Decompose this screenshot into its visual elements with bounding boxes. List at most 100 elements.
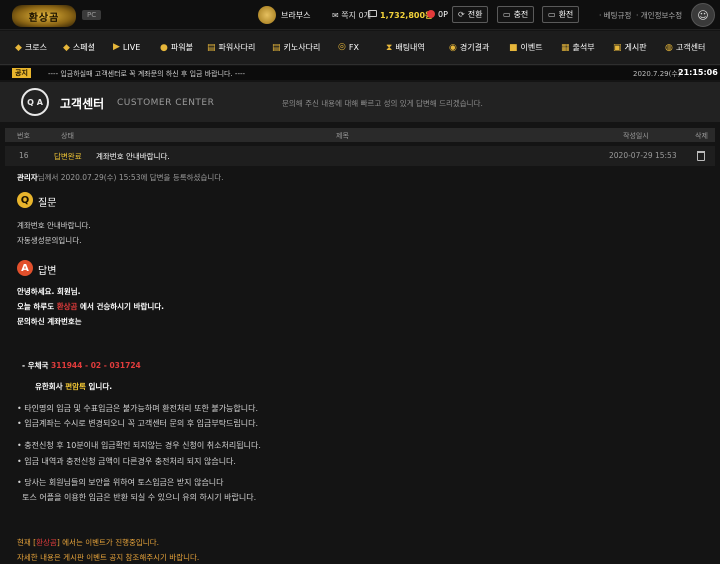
account-holder: 유한회사 편암록 입니다. bbox=[35, 381, 112, 392]
col-delete: 삭제 bbox=[695, 132, 708, 140]
live-icon: ▶ bbox=[113, 42, 120, 52]
notice-marquee: ---- 입금하실때 고객센터로 꼭 계좌문의 하신 후 입금 바랍니다. --… bbox=[48, 70, 246, 78]
cash-icon: ▭ bbox=[503, 10, 511, 19]
nav-keno-ladder[interactable]: ▤ 키노사다리 bbox=[272, 42, 320, 53]
withdraw-label: 환전 bbox=[558, 10, 574, 19]
trophy-icon: ◉ bbox=[449, 42, 457, 53]
nav-label: 경기결과 bbox=[459, 43, 490, 52]
profile-edit-link[interactable]: · 개인정보수정 bbox=[636, 10, 682, 21]
nav-label: 키노사다리 bbox=[283, 43, 321, 52]
cash-icon: ▭ bbox=[548, 10, 556, 19]
user-level-icon bbox=[258, 6, 276, 24]
nav-label: 이벤트 bbox=[520, 43, 543, 52]
user-name: 브라부스 bbox=[281, 11, 311, 20]
nav-special[interactable]: ◆ 스페셜 bbox=[63, 42, 95, 53]
charge-label: 충전 bbox=[513, 10, 529, 19]
profile-edit-label: 개인정보수정 bbox=[640, 11, 683, 20]
special-icon: ◆ bbox=[63, 42, 70, 53]
event-detail: 자세한 내용은 게시판 이벤트 공지 참조해주시기 바랍니다. bbox=[17, 553, 200, 562]
col-subject: 제목 bbox=[336, 132, 349, 140]
bank-name: - 우체국 bbox=[22, 361, 52, 370]
wallet-icon bbox=[368, 10, 377, 17]
answer-greeting: 안녕하세요. 회원님. bbox=[17, 287, 81, 296]
event-post: ] 에서는 이벤트가 진행중입니다. bbox=[56, 538, 159, 547]
message-count[interactable]: ✉ 쪽지 0개 bbox=[332, 10, 371, 21]
question-badge: Q bbox=[17, 192, 33, 208]
table-row[interactable]: 16 답변완료 계좌번호 안내바랍니다. 2020-07-29 15:53 bbox=[5, 146, 715, 166]
message-count-label: 쪽지 0개 bbox=[341, 11, 371, 20]
headset-icon: ◍ bbox=[665, 42, 673, 53]
brand-name: 환상곰 bbox=[56, 302, 78, 311]
current-time: 21:15:06 bbox=[678, 68, 718, 77]
notice-badge: 공지 bbox=[12, 68, 31, 78]
inquiry-detail: 관리자님께서 2020.07.29(수) 15:53에 답변을 등록하셨습니다.… bbox=[5, 168, 715, 564]
betting-rules-label: 베팅규정 bbox=[603, 11, 632, 20]
question-title: 질문 bbox=[38, 198, 57, 209]
customer-center-header: Q A 고객센터 CUSTOMER CENTER 문의해 주신 내용에 대해 빠… bbox=[0, 82, 720, 122]
wish-post: 에서 건승하시기 바랍니다. bbox=[77, 302, 165, 311]
balance-amount: 1,732,800원 bbox=[380, 11, 433, 20]
top-bar: 환상곰 PC 브라부스 ✉ 쪽지 0개 1,732,800원 0P ⟳ 전환 ▭ 충… bbox=[0, 0, 720, 30]
nav-powerball[interactable]: ● 파워볼 bbox=[160, 42, 193, 53]
rule-line: • 입금계좌는 수시로 변경되오니 꼭 고객센터 문의 후 입금부탁드립니다. bbox=[17, 419, 259, 428]
calendar-icon: ▦ bbox=[561, 42, 570, 53]
user-avatar[interactable]: ☺ bbox=[691, 3, 715, 27]
event-notice: 현재 [환상곰] 에서는 이벤트가 진행중입니다. bbox=[17, 537, 159, 548]
nav-results[interactable]: ◉ 경기결과 bbox=[449, 42, 489, 53]
point-icon bbox=[427, 10, 435, 18]
nav-cross[interactable]: ◆ 크로스 bbox=[15, 42, 47, 53]
fx-icon: ◎ bbox=[338, 42, 346, 52]
cross-icon: ◆ bbox=[15, 42, 22, 53]
nav-event[interactable]: ■ 이벤트 bbox=[509, 42, 543, 53]
answer-title: 답변 bbox=[38, 266, 57, 277]
row-no: 16 bbox=[19, 151, 29, 160]
event-pre: 현재 [ bbox=[17, 538, 37, 547]
holder-pre: 유한회사 bbox=[35, 382, 66, 391]
ladder-icon: ▤ bbox=[272, 42, 281, 53]
row-subject[interactable]: 계좌번호 안내바랍니다. bbox=[96, 151, 170, 162]
answer-byline: 관리자님께서 2020.07.29(수) 15:53에 답변을 등록하셨습니다. bbox=[17, 172, 224, 183]
byline-text: 님께서 2020.07.29(수) 15:53에 답변을 등록하셨습니다. bbox=[37, 173, 224, 182]
row-status: 답변완료 bbox=[54, 152, 82, 161]
rule-line: • 타인명의 입금 및 수표입금은 불가능하며 환전처리 또한 불가능합니다. bbox=[17, 404, 259, 413]
convert-label: 전환 bbox=[467, 10, 483, 19]
nav-power-ladder[interactable]: ▤ 파워사다리 bbox=[207, 42, 255, 53]
question-line: 자동생성문의입니다. bbox=[17, 236, 82, 245]
page-description: 문의해 주신 내용에 대해 빠르고 성의 있게 답변해 드리겠습니다. bbox=[282, 99, 483, 108]
nav-attendance[interactable]: ▦ 출석부 bbox=[561, 42, 595, 53]
nav-label: 크로스 bbox=[24, 43, 48, 52]
qa-icon: Q A bbox=[21, 88, 49, 116]
convert-button[interactable]: ⟳ 전환 bbox=[452, 6, 489, 23]
rule-line: 토스 어플을 이용한 입금은 반환 되실 수 있으니 유의 하시기 바랍니다. bbox=[17, 493, 257, 502]
col-no: 번호 bbox=[17, 132, 30, 140]
nav-label: LIVE bbox=[122, 42, 141, 52]
nav-customer-center[interactable]: ◍ 고객센터 bbox=[665, 42, 705, 53]
answer-badge: A bbox=[17, 260, 33, 276]
question-line: 계좌번호 안내바랍니다. bbox=[17, 221, 91, 230]
bank-account: - 우체국 311944 - 02 - 031724 bbox=[22, 360, 141, 371]
answer-wish: 오늘 하루도 환상곰 에서 건승하시기 바랍니다. bbox=[17, 301, 164, 312]
nav-label: 고객센터 bbox=[675, 43, 706, 52]
betting-rules-link[interactable]: · 베팅규정 bbox=[599, 10, 631, 21]
nav-live[interactable]: ▶ LIVE bbox=[113, 42, 140, 52]
nav-label: 스페셜 bbox=[72, 43, 96, 52]
site-logo[interactable]: 환상곰 bbox=[12, 5, 76, 27]
row-date: 2020-07-29 15:53 bbox=[609, 151, 677, 160]
charge-button[interactable]: ▭ 충전 bbox=[497, 6, 535, 23]
answer-ask: 문의하신 계좌번호는 bbox=[17, 317, 82, 326]
rule-line: • 당사는 회원님들의 보안을 위하여 토스입금은 받지 않습니다 bbox=[17, 478, 224, 487]
board-icon: ▣ bbox=[613, 42, 622, 53]
notice-bar: 공지 ---- 입금하실때 고객센터로 꼭 계좌문의 하신 후 입금 바랍니다.… bbox=[0, 66, 720, 80]
holder-name: 편암록 bbox=[65, 382, 86, 391]
refresh-icon: ⟳ bbox=[458, 10, 465, 19]
nav-fx[interactable]: ◎ FX bbox=[338, 42, 359, 52]
rule-line: • 충전신청 후 10분이내 입금확인 되지않는 경우 신청이 취소처리됩니다. bbox=[17, 441, 261, 450]
nav-bet-history[interactable]: ⧗ 배팅내역 bbox=[386, 42, 425, 53]
trash-icon[interactable] bbox=[697, 151, 705, 161]
nav-board[interactable]: ▣ 게시판 bbox=[613, 42, 647, 53]
page-title: 고객센터 bbox=[60, 97, 105, 111]
holder-post: 입니다. bbox=[85, 382, 113, 391]
account-number: 311944 - 02 - 031724 bbox=[51, 361, 141, 370]
point-amount: 0P bbox=[438, 10, 448, 19]
withdraw-button[interactable]: ▭ 환전 bbox=[542, 6, 580, 23]
